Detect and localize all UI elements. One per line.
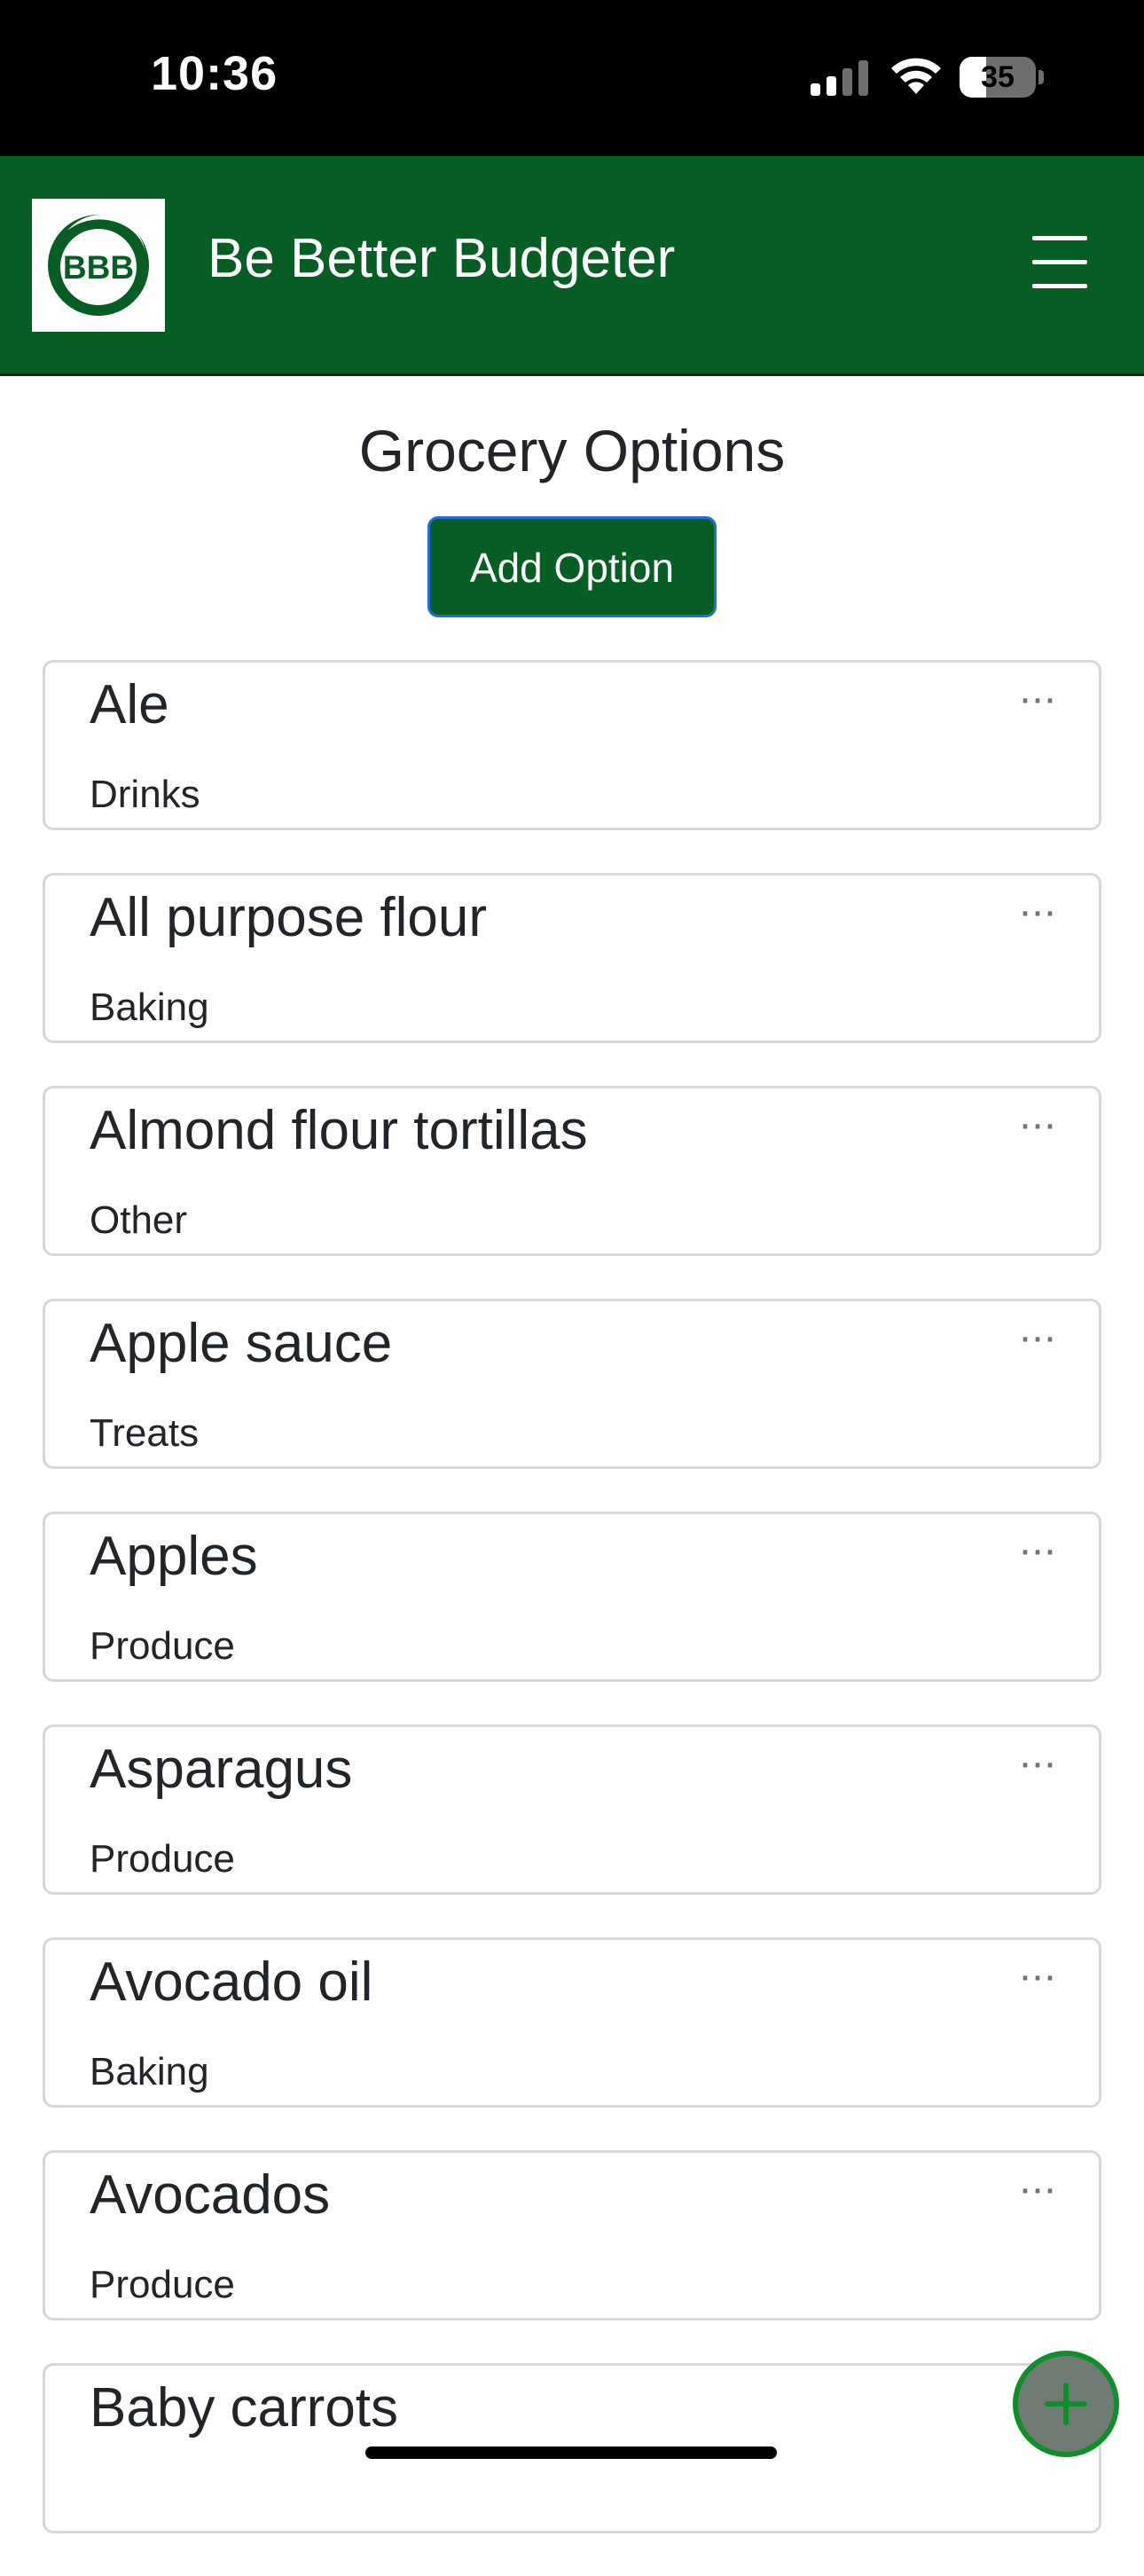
option-name: All purpose flour xyxy=(90,887,488,948)
more-options-icon[interactable]: ··· xyxy=(1015,891,1058,933)
grocery-option-card[interactable]: All purpose flour Baking ··· xyxy=(43,873,1101,1043)
more-options-icon[interactable]: ··· xyxy=(1015,2168,1058,2211)
option-category: Produce xyxy=(90,1624,235,1668)
more-options-icon[interactable]: ··· xyxy=(1015,1955,1058,1998)
page-title: Grocery Options xyxy=(358,418,786,483)
battery-icon: 35 xyxy=(960,57,1045,98)
bbb-logo-icon: BBB xyxy=(48,215,149,316)
more-options-icon[interactable]: ··· xyxy=(1015,1316,1058,1359)
plus-icon xyxy=(1045,2383,1087,2425)
wifi-icon xyxy=(891,58,941,94)
option-category: Baking xyxy=(90,2050,209,2093)
option-name: Apple sauce xyxy=(90,1313,393,1374)
option-name: Avocado oil xyxy=(90,1952,373,2013)
brand-title[interactable]: Be Better Budgeter xyxy=(208,227,675,290)
status-bar: 10:36 35 xyxy=(0,0,1144,156)
status-time: 10:36 xyxy=(151,47,278,100)
option-category: Produce xyxy=(90,2263,235,2306)
option-name: Apples xyxy=(90,1526,258,1587)
option-category: Produce xyxy=(90,1837,235,1881)
add-option-button[interactable]: Add Option xyxy=(427,516,717,617)
grocery-option-card[interactable]: Avocados Produce ··· xyxy=(43,2150,1101,2321)
add-floating-button[interactable] xyxy=(1013,2351,1119,2457)
option-name: Almond flour tortillas xyxy=(90,1100,588,1161)
logo-text: BBB xyxy=(63,249,134,286)
option-name: Avocados xyxy=(90,2164,331,2226)
option-category: Treats xyxy=(90,1411,200,1455)
option-category: Drinks xyxy=(90,773,200,816)
grocery-option-card[interactable]: Avocado oil Baking ··· xyxy=(43,1937,1101,2108)
more-options-icon[interactable]: ··· xyxy=(1015,1103,1058,1146)
option-category: Baking xyxy=(90,986,209,1029)
option-name: Ale xyxy=(90,674,169,735)
battery-level: 35 xyxy=(981,60,1015,94)
home-indicator[interactable] xyxy=(365,2446,777,2459)
app-navbar: BBB Be Better Budgeter xyxy=(0,156,1144,376)
option-category: Other xyxy=(90,1198,188,1242)
grocery-option-card[interactable]: Almond flour tortillas Other ··· xyxy=(43,1086,1101,1256)
hamburger-menu-icon[interactable] xyxy=(1029,236,1093,293)
grocery-option-card[interactable]: Ale Drinks ··· xyxy=(43,660,1101,830)
option-name: Baby carrots xyxy=(90,2377,399,2439)
grocery-option-card[interactable]: Asparagus Produce ··· xyxy=(43,1724,1101,1895)
more-options-icon[interactable]: ··· xyxy=(1015,1529,1058,1572)
app-logo[interactable]: BBB xyxy=(32,199,165,332)
grocery-option-list: Ale Drinks ··· All purpose flour Baking … xyxy=(43,660,1101,2576)
grocery-option-card[interactable]: Apple sauce Treats ··· xyxy=(43,1299,1101,1469)
grocery-option-card[interactable]: Apples Produce ··· xyxy=(43,1512,1101,1682)
more-options-icon[interactable]: ··· xyxy=(1015,678,1058,720)
more-options-icon[interactable]: ··· xyxy=(1015,1742,1058,1785)
cellular-signal-icon xyxy=(811,60,868,96)
option-name: Asparagus xyxy=(90,1739,353,1800)
